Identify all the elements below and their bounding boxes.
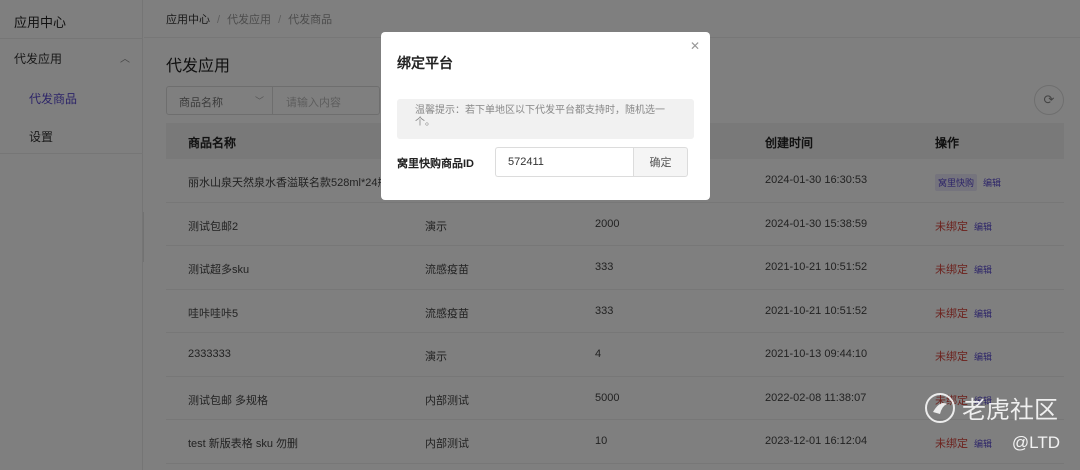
watermark-handle: @LTD (1011, 433, 1060, 452)
confirm-button[interactable]: 确定 (633, 147, 688, 177)
dialog-title: 绑定平台 (397, 55, 453, 71)
close-icon[interactable]: ✕ (690, 39, 700, 53)
watermark-brand: 老虎社区 (962, 397, 1058, 424)
brand-logo-icon (925, 392, 955, 423)
bind-platform-dialog: 绑定平台 ✕ 温馨提示：若下单地区以下代发平台都支持时，随机选一个。 窝里快购商… (381, 32, 710, 200)
watermark: 老虎社区 (924, 390, 1058, 425)
product-id-input[interactable]: 572411 (495, 147, 634, 177)
tip-notice: 温馨提示：若下单地区以下代发平台都支持时，随机选一个。 (397, 99, 694, 139)
product-id-label: 窝里快购商品ID (397, 158, 474, 170)
